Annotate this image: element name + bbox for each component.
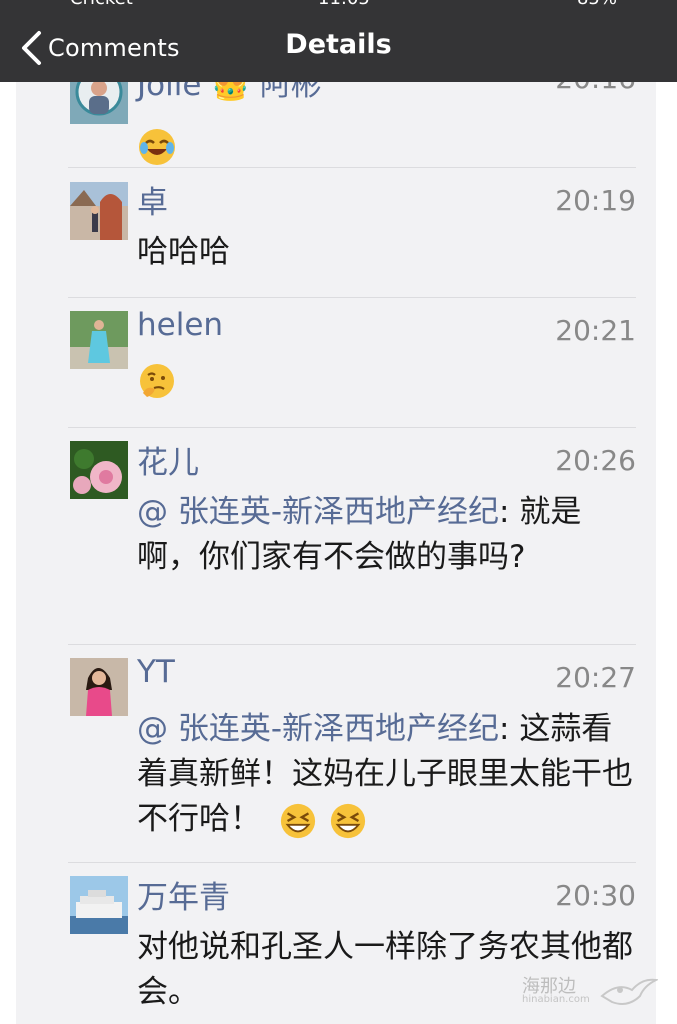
status-bar: Cricket 11:05 85% — [0, 0, 677, 9]
commenter-name[interactable]: 卓 — [137, 177, 168, 222]
watermark: 海那边 hinabian.com — [520, 972, 670, 1016]
avatar[interactable] — [70, 182, 128, 240]
comment-time: 20:27 — [555, 661, 636, 694]
face-with-tears-of-joy-icon — [139, 128, 175, 165]
bird-logo-icon — [600, 978, 658, 1005]
avatar[interactable] — [70, 311, 128, 369]
comment-text — [137, 123, 637, 168]
commenter-name[interactable]: 花儿 — [137, 437, 199, 482]
comment-time: 20:26 — [555, 444, 636, 477]
divider — [68, 427, 636, 428]
chevron-left-icon — [22, 31, 41, 65]
watermark-url: hinabian.com — [522, 994, 590, 1005]
comment-time: 20:21 — [555, 314, 636, 347]
divider — [68, 297, 636, 298]
thinking-face-icon — [140, 363, 174, 398]
comment-time: 20:19 — [555, 184, 636, 217]
comment-text: @ 张连英-新泽西地产经纪: 这蒜看着真新鲜！这妈在儿子眼里太能干也不行哈！ — [137, 707, 637, 842]
commenter-name[interactable]: Jolie 👑 阿彬 — [137, 82, 322, 104]
grinning-squinting-face-icon — [280, 803, 315, 838]
avatar[interactable] — [70, 441, 128, 499]
status-battery: 85% — [577, 0, 617, 9]
status-time: 11:05 — [318, 0, 370, 9]
comment-text: 哈哈哈 — [137, 234, 230, 270]
back-label: Comments — [48, 34, 180, 62]
comment-time: 20:30 — [555, 879, 636, 912]
mention-link[interactable]: @ 张连英-新泽西地产经纪 — [137, 494, 499, 530]
comment-time: 20:16 — [555, 82, 636, 95]
avatar[interactable] — [70, 658, 128, 716]
commenter-name[interactable]: 万年青 — [137, 872, 230, 917]
avatar[interactable] — [70, 82, 128, 124]
mention-link[interactable]: @ 张连英-新泽西地产经纪 — [137, 711, 499, 747]
divider — [68, 167, 636, 168]
back-button[interactable]: Comments — [20, 28, 180, 68]
avatar[interactable] — [70, 876, 128, 934]
divider — [68, 644, 636, 645]
grinning-squinting-face-icon — [330, 803, 365, 838]
navigation-bar: Cricket 11:05 85% Comments Details — [0, 0, 677, 82]
comment-text — [137, 357, 637, 402]
comments-feed[interactable]: Jolie 👑 阿彬 20:16 卓 — [16, 82, 656, 1024]
comment-text: @ 张连英-新泽西地产经纪: 就是啊，你们家有不会做的事吗? — [137, 490, 637, 580]
status-carrier: Cricket — [70, 0, 133, 9]
divider — [68, 862, 636, 863]
commenter-name[interactable]: YT — [137, 654, 175, 690]
commenter-name[interactable]: helen — [137, 307, 223, 343]
